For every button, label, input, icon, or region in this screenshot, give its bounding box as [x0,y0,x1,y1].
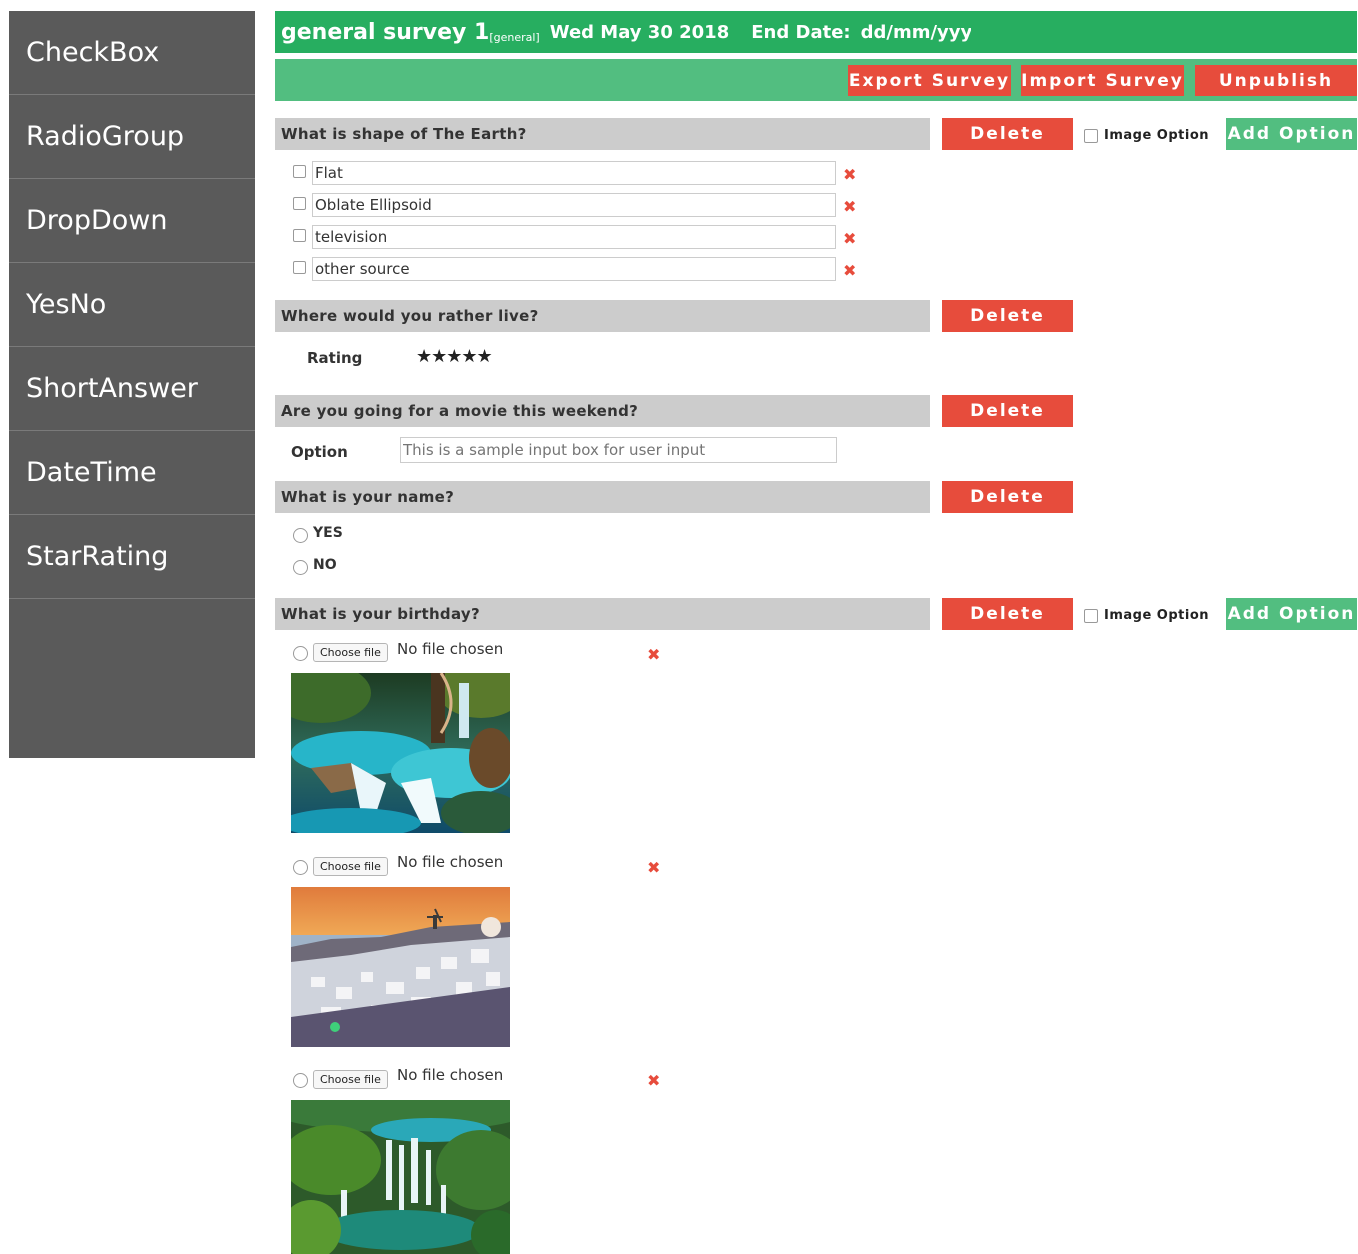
image-option-toggle[interactable]: Image Option [1084,608,1209,623]
remove-option-icon[interactable]: ✖ [647,1071,660,1090]
sidebar-item-shortanswer[interactable]: ShortAnswer [9,347,255,431]
yes-radio[interactable] [293,528,308,543]
remove-option-icon[interactable]: ✖ [647,645,660,664]
sidebar-item-checkbox[interactable]: CheckBox [9,11,255,95]
choose-file-button[interactable]: Choose file [313,857,388,876]
remove-option-icon[interactable]: ✖ [843,165,856,184]
image-option-radio[interactable] [293,1073,308,1088]
option-text-input[interactable] [312,225,836,249]
remove-option-icon[interactable]: ✖ [843,261,856,280]
sidebar-item-yesno[interactable]: YesNo [9,263,255,347]
village-sunset-image [291,887,510,1047]
sidebar-item-label: DateTime [26,457,157,488]
end-date-label: End Date: [751,21,851,43]
remove-option-icon[interactable]: ✖ [647,858,660,877]
waterfall-image [291,673,510,833]
sidebar-item-radiogroup[interactable]: RadioGroup [9,95,255,179]
sidebar-item-label: StarRating [26,541,169,572]
end-date-input[interactable] [860,21,971,43]
choose-file-button[interactable]: Choose file [313,643,388,662]
no-file-text: No file chosen [397,640,504,658]
option-text-input[interactable] [312,193,836,217]
no-label: NO [313,557,337,573]
delete-question-button[interactable]: Delete [942,300,1073,332]
option-label: Option [291,443,348,461]
add-option-button[interactable]: Add Option [1226,118,1357,150]
option-text-input[interactable] [312,161,836,185]
sidebar-item-label: CheckBox [26,37,160,68]
add-option-button[interactable]: Add Option [1226,598,1357,630]
remove-option-icon[interactable]: ✖ [843,197,856,216]
question-title: What is shape of The Earth? [275,118,930,150]
survey-date: Wed May 30 2018 [549,21,730,43]
delete-question-button[interactable]: Delete [942,395,1073,427]
sidebar: CheckBox RadioGroup DropDown YesNo Short… [9,11,255,758]
yes-label: YES [313,525,343,541]
image-option-radio[interactable] [293,646,308,661]
question-title: What is your birthday? [275,598,930,630]
survey-name: general survey 1 [281,19,490,45]
image-option-toggle[interactable]: Image Option [1084,128,1209,143]
survey-toolbar: Export Survey Import Survey Unpublish [275,59,1357,101]
short-answer-input[interactable] [400,437,837,463]
question-title: What is your name? [275,481,930,513]
sidebar-item-datetime[interactable]: DateTime [9,431,255,515]
delete-question-button[interactable]: Delete [942,118,1073,150]
sidebar-item-dropdown[interactable]: DropDown [9,179,255,263]
image-option-radio[interactable] [293,860,308,875]
star-rating-display[interactable]: ★★★★★ [416,346,493,367]
option-text-input[interactable] [312,257,836,281]
option-checkbox[interactable] [293,229,306,242]
unpublish-button[interactable]: Unpublish [1195,65,1357,96]
survey-title-bar: general survey 1 [general] Wed May 30 20… [275,11,1357,53]
import-survey-button[interactable]: Import Survey [1021,65,1184,96]
no-file-text: No file chosen [397,1066,504,1084]
no-radio[interactable] [293,560,308,575]
option-checkbox[interactable] [293,197,306,210]
image-option-label: Image Option [1104,128,1210,143]
rating-label: Rating [307,349,363,367]
sidebar-item-label: ShortAnswer [26,373,198,404]
remove-option-icon[interactable]: ✖ [843,229,856,248]
image-option-checkbox[interactable] [1084,128,1098,143]
image-option-checkbox[interactable] [1084,608,1098,623]
forest-waterfall-image [291,1100,510,1254]
option-checkbox[interactable] [293,261,306,274]
export-survey-button[interactable]: Export Survey [848,65,1011,96]
option-checkbox[interactable] [293,165,306,178]
image-option-label: Image Option [1104,608,1210,623]
question-title: Where would you rather live? [275,300,930,332]
sidebar-item-label: DropDown [26,205,168,236]
sidebar-item-label: YesNo [26,289,107,320]
no-file-text: No file chosen [397,853,504,871]
sidebar-item-starrating[interactable]: StarRating [9,515,255,599]
question-title: Are you going for a movie this weekend? [275,395,930,427]
sidebar-item-label: RadioGroup [26,121,185,152]
choose-file-button[interactable]: Choose file [313,1070,388,1089]
delete-question-button[interactable]: Delete [942,481,1073,513]
delete-question-button[interactable]: Delete [942,598,1073,630]
survey-category-tag: [general] [489,30,540,44]
